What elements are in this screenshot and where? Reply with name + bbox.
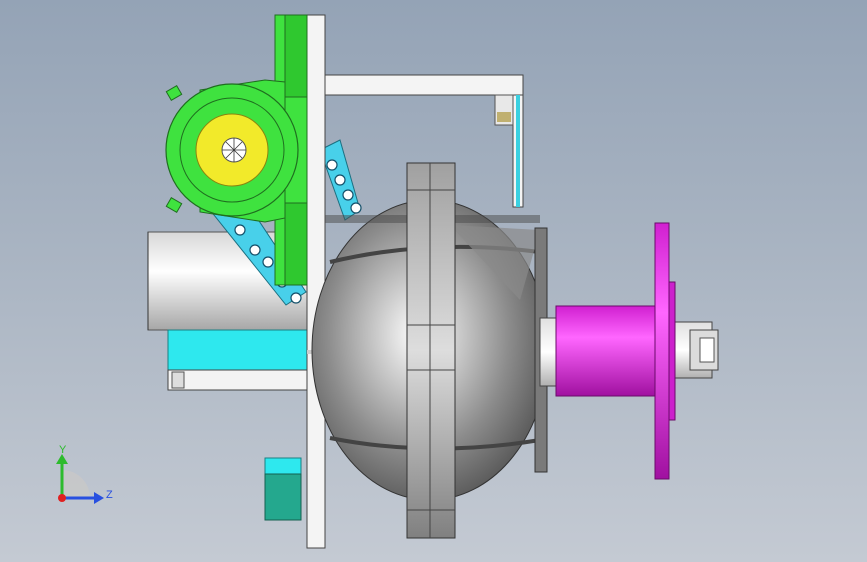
magenta-coupling[interactable]: [555, 222, 676, 480]
y-axis-label: Y: [59, 444, 67, 456]
cad-viewport[interactable]: [0, 0, 867, 562]
teal-block[interactable]: [264, 457, 302, 521]
z-axis-label: Z: [106, 489, 113, 501]
yellow-hub[interactable]: [195, 113, 269, 187]
orientation-triad: Y Z: [56, 444, 113, 504]
cyan-support-block[interactable]: [167, 329, 309, 391]
drum-flange[interactable]: [406, 162, 456, 539]
mounting-plate[interactable]: [306, 14, 326, 549]
